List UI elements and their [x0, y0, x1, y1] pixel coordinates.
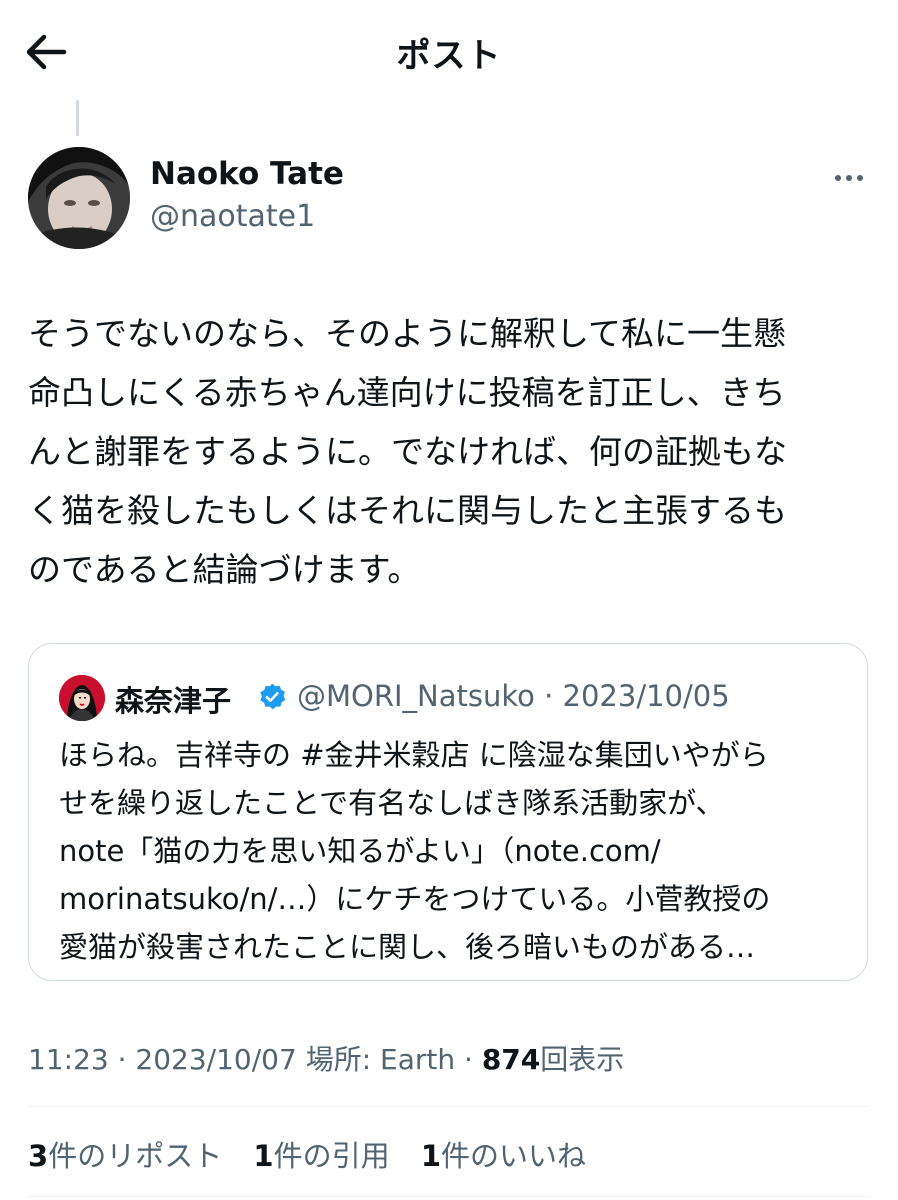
quote-line: morinatsuko/n/…）にケチをつけている。小菅教授の	[59, 882, 771, 916]
quote-line: note「猫の力を思い知るがよい」（note.com/	[59, 834, 661, 868]
quoted-handle-and-date: @MORI_Natsuko · 2023/10/05	[297, 679, 730, 713]
likes-label: 件のいいね	[441, 1139, 587, 1173]
tweet-line: そうでないのなら、そのように解釈して私に一生懸	[28, 314, 787, 353]
reposts-label: 件のリポスト	[48, 1139, 223, 1173]
author-avatar[interactable]	[28, 147, 130, 249]
quoted-author-avatar	[59, 675, 105, 721]
tweet-line: んと謝罪をするように。でなければ、何の証拠もな	[28, 432, 787, 471]
views-label: 回表示	[540, 1043, 625, 1076]
divider	[28, 1196, 870, 1197]
quoted-avatar-illustration	[59, 675, 105, 721]
reposts-count: 3	[28, 1139, 49, 1173]
quoted-author-name: 森奈津子	[115, 684, 232, 718]
tweet-line: 命凸しにくる赤ちゃん達向けに投稿を訂正し、きち	[28, 373, 786, 412]
tweet-line: のであると結論づけます。	[28, 550, 421, 589]
post-metadata: 11:23 · 2023/10/07 場所: Earth · 874回表示	[28, 1038, 624, 1078]
tweet-body: そうでないのなら、そのように解釈して私に一生懸 命凸しにくる赤ちゃん達向けに投稿…	[28, 304, 878, 599]
quotes-count: 1	[253, 1139, 274, 1173]
author-display-name[interactable]: Naoko Tate	[150, 156, 344, 192]
quoted-post-body: ほらね。吉祥寺の #金井米穀店 に陰湿な集団いやがら せを繰り返したことで有名な…	[59, 731, 849, 971]
thread-connector-line	[76, 100, 79, 136]
top-bar: ポスト	[0, 0, 898, 104]
likes-stat[interactable]: 1件のいいね	[421, 1133, 586, 1175]
verified-badge-icon	[260, 683, 286, 710]
author-handle[interactable]: @naotate1	[150, 199, 315, 234]
views-count: 874	[481, 1043, 541, 1076]
divider	[28, 1106, 870, 1107]
quote-line: せを繰り返したことで有名なしばき隊系活動家が、	[59, 786, 725, 820]
engagement-stats: 3件のリポスト 1件の引用 1件のいいね	[28, 1133, 608, 1175]
quotes-label: 件の引用	[273, 1139, 390, 1173]
reposts-stat[interactable]: 3件のリポスト	[28, 1133, 222, 1175]
more-options-button[interactable]	[830, 166, 870, 190]
quoted-post-card[interactable]: 森奈津子 @MORI_Natsuko · 2023/10/05 ほらね。吉祥寺の…	[28, 643, 868, 981]
quote-line: 愛猫が殺害されたことに関し、後ろ暗いものがある…	[59, 930, 756, 964]
avatar-photo	[28, 147, 130, 249]
likes-count: 1	[420, 1139, 442, 1173]
quote-line: ほらね。吉祥寺の #金井米穀店 に陰湿な集団いやがら	[59, 738, 769, 772]
tweet-line: く猫を殺したもしくはそれに関与したと主張するも	[28, 491, 787, 530]
quotes-stat[interactable]: 1件の引用	[253, 1133, 389, 1175]
post-timestamp[interactable]: 11:23 · 2023/10/07	[28, 1043, 297, 1076]
more-dots-icon	[835, 175, 863, 181]
page-title: ポスト	[396, 36, 502, 76]
post-location: 場所: Earth ·	[305, 1043, 473, 1076]
